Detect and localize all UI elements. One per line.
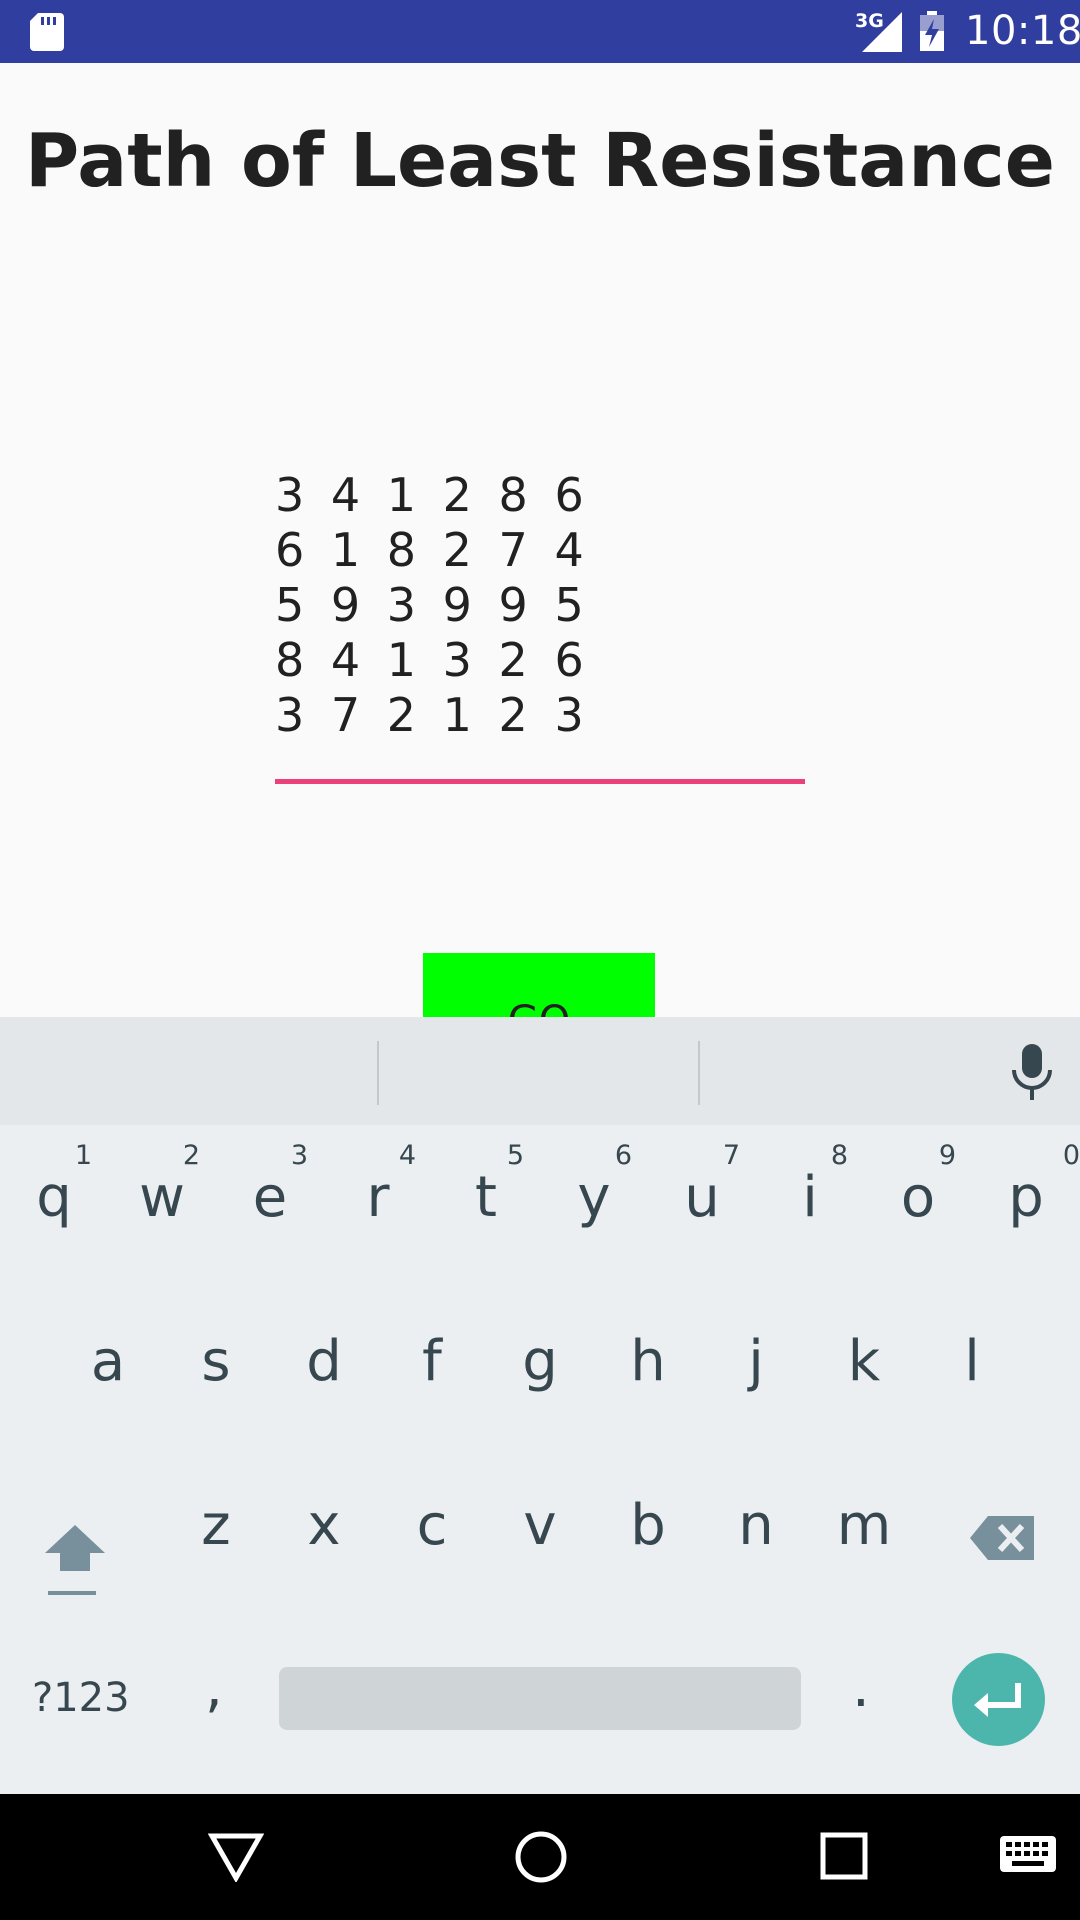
key-e[interactable]: 3 e bbox=[216, 1140, 324, 1260]
key-i[interactable]: 8 i bbox=[756, 1140, 864, 1260]
key-y[interactable]: 6 y bbox=[540, 1140, 648, 1260]
key-k[interactable]: k bbox=[810, 1304, 918, 1424]
key-hint: 8 bbox=[830, 1140, 848, 1171]
status-bar: 3G 10:18 bbox=[0, 0, 1080, 63]
key-label: t bbox=[475, 1165, 497, 1230]
key-hint: 4 bbox=[398, 1140, 416, 1171]
key-label: v bbox=[523, 1493, 557, 1558]
key-hint: 0 bbox=[1062, 1140, 1080, 1171]
key-hint: 1 bbox=[74, 1140, 92, 1171]
key-n[interactable]: n bbox=[702, 1468, 810, 1588]
suggestion-strip bbox=[0, 1017, 1080, 1125]
page-title: Path of Least Resistance bbox=[25, 118, 1055, 204]
key-label: l bbox=[964, 1329, 980, 1394]
key-label: y bbox=[577, 1165, 611, 1230]
matrix-row: 6 1 8 2 7 4 bbox=[275, 523, 590, 577]
matrix-row: 3 7 2 1 2 3 bbox=[275, 688, 590, 742]
key-label: q bbox=[36, 1165, 72, 1230]
suggestion-divider bbox=[698, 1041, 700, 1105]
key-r[interactable]: 4 r bbox=[324, 1140, 432, 1260]
key-a[interactable]: a bbox=[54, 1304, 162, 1424]
key-label: d bbox=[306, 1329, 342, 1394]
key-label: o bbox=[900, 1165, 936, 1230]
key-hint: 2 bbox=[182, 1140, 200, 1171]
key-label: a bbox=[90, 1329, 126, 1394]
key-w[interactable]: 2 w bbox=[108, 1140, 216, 1260]
key-b[interactable]: b bbox=[594, 1468, 702, 1588]
navigation-bar bbox=[0, 1794, 1080, 1920]
key-hint: 5 bbox=[506, 1140, 524, 1171]
key-m[interactable]: m bbox=[810, 1468, 918, 1588]
key-label: r bbox=[366, 1165, 390, 1230]
key-q[interactable]: 1 q bbox=[0, 1140, 108, 1260]
shift-key-icon[interactable] bbox=[30, 1495, 120, 1605]
key-u[interactable]: 7 u bbox=[648, 1140, 756, 1260]
enter-key[interactable] bbox=[952, 1653, 1045, 1746]
key-p[interactable]: 0 p bbox=[972, 1140, 1080, 1260]
keyboard-switch-icon[interactable] bbox=[1000, 1836, 1056, 1878]
enter-icon bbox=[974, 1683, 1021, 1717]
recents-icon[interactable] bbox=[820, 1832, 868, 1880]
key-label: s bbox=[201, 1329, 231, 1394]
key-label: g bbox=[522, 1329, 558, 1394]
symbols-key[interactable]: ?123 bbox=[32, 1675, 130, 1721]
key-label: n bbox=[738, 1493, 774, 1558]
home-icon[interactable] bbox=[514, 1830, 568, 1884]
key-g[interactable]: g bbox=[486, 1304, 594, 1424]
key-label: w bbox=[139, 1165, 185, 1230]
key-label: c bbox=[416, 1493, 448, 1558]
signal-icon bbox=[862, 12, 902, 52]
period-key[interactable]: . bbox=[852, 1655, 870, 1720]
key-label: f bbox=[422, 1329, 442, 1394]
key-label: m bbox=[836, 1493, 892, 1558]
key-c[interactable]: c bbox=[378, 1468, 486, 1588]
key-h[interactable]: h bbox=[594, 1304, 702, 1424]
comma-key[interactable]: , bbox=[205, 1655, 223, 1720]
key-o[interactable]: 9 o bbox=[864, 1140, 972, 1260]
key-hint: 9 bbox=[938, 1140, 956, 1171]
microphone-icon[interactable] bbox=[1008, 1044, 1056, 1100]
key-label: x bbox=[307, 1493, 341, 1558]
key-x[interactable]: x bbox=[270, 1468, 378, 1588]
key-label: i bbox=[802, 1165, 818, 1230]
key-f[interactable]: f bbox=[378, 1304, 486, 1424]
key-d[interactable]: d bbox=[270, 1304, 378, 1424]
key-hint: 3 bbox=[290, 1140, 308, 1171]
key-l[interactable]: l bbox=[918, 1304, 1026, 1424]
key-t[interactable]: 5 t bbox=[432, 1140, 540, 1260]
battery-charging-icon bbox=[920, 11, 944, 51]
matrix-row: 5 9 3 9 9 5 bbox=[275, 578, 590, 632]
soft-keyboard: 1 q 2 w 3 e 4 r 5 t 6 y 7 u 8 i 9 o 0 p … bbox=[0, 1017, 1080, 1794]
back-icon[interactable] bbox=[208, 1832, 264, 1882]
matrix-row: 3 4 1 2 8 6 bbox=[275, 468, 590, 522]
spacebar[interactable] bbox=[279, 1667, 801, 1730]
key-label: e bbox=[252, 1165, 288, 1230]
key-hint: 6 bbox=[614, 1140, 632, 1171]
key-label: u bbox=[684, 1165, 720, 1230]
key-v[interactable]: v bbox=[486, 1468, 594, 1588]
key-j[interactable]: j bbox=[702, 1304, 810, 1424]
clock: 10:18 bbox=[965, 8, 1080, 54]
matrix-input[interactable]: 3 4 1 2 8 6 6 1 8 2 7 4 5 9 3 9 9 5 8 4 … bbox=[275, 468, 805, 784]
sd-card-icon bbox=[30, 13, 64, 51]
backspace-icon[interactable] bbox=[968, 1508, 1038, 1568]
key-label: h bbox=[630, 1329, 666, 1394]
suggestion-divider bbox=[377, 1041, 379, 1105]
key-z[interactable]: z bbox=[162, 1468, 270, 1588]
key-label: p bbox=[1008, 1165, 1044, 1230]
key-label: k bbox=[847, 1329, 881, 1394]
key-label: j bbox=[748, 1329, 764, 1394]
matrix-row: 8 4 1 3 2 6 bbox=[275, 633, 590, 687]
key-label: z bbox=[201, 1493, 231, 1558]
key-s[interactable]: s bbox=[162, 1304, 270, 1424]
key-hint: 7 bbox=[722, 1140, 740, 1171]
key-label: b bbox=[630, 1493, 666, 1558]
